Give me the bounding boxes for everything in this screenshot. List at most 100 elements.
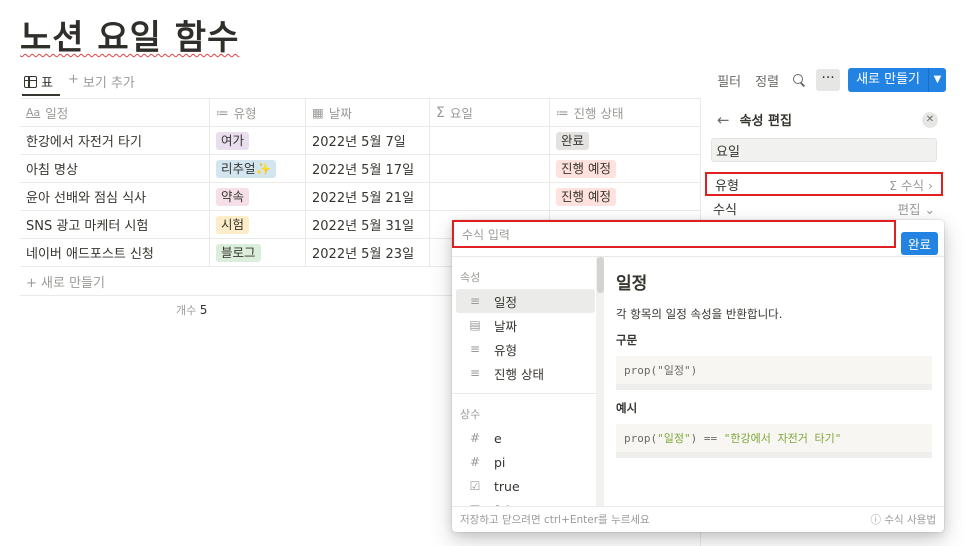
reference-item-label: 진행 상태 [494,366,544,382]
reference-item[interactable]: ▤ 날짜 [456,313,595,337]
cell-status[interactable]: 진행 예정 [550,155,700,182]
property-name-input[interactable] [711,138,937,162]
section-label: 상수 [460,408,481,421]
formula-popup-footer: 저장하고 닫으려면 ctrl+Enter를 누르세요 ⓘ 수식 사용법 [452,506,944,532]
reference-item[interactable]: ≡ 일정 [456,289,595,313]
column-header-status[interactable]: ≔ 진행 상태 [550,99,700,126]
add-view-button[interactable]: + 보기 추가 [68,72,135,91]
row-count: 개수 5 [176,302,207,318]
reference-item[interactable]: ≡ 유형 [456,337,595,361]
cell-name[interactable]: SNS 광고 마케터 시험 [20,211,210,238]
formula-help-link[interactable]: ⓘ 수식 사용법 [871,512,936,527]
reference-item[interactable]: # pi [456,450,595,474]
chevron-down-icon[interactable]: ▼ [928,68,946,92]
row-date: 2022년 5월 23일 [312,247,415,262]
formula-doc-panel: 일정 각 항목의 일정 속성을 반환합니다. 구문 prop("일정") 예시 … [604,257,944,507]
property-type-label: 유형 [715,178,739,194]
column-header-type[interactable]: ≔ 유형 [210,99,306,126]
status-tag: 완료 [556,131,590,150]
arrow-left-icon[interactable]: ← [717,111,730,129]
cell-name[interactable]: 한강에서 자전거 타기 [20,127,210,154]
code-fn: prop( [624,432,658,445]
database-toolbar: 표 + 보기 추가 필터 정렬 ··· 새로 만들기 ▼ [20,66,946,96]
table-row[interactable]: 윤아 선배와 점심 식사 약속 2022년 5월 21일 진행 예정 [20,183,700,211]
column-header-weekday[interactable]: Σ 요일 [430,99,550,126]
add-view-label: 보기 추가 [82,76,135,91]
row-date: 2022년 5월 17일 [312,163,415,178]
doc-syntax-heading: 구문 [616,333,638,347]
close-icon[interactable]: ✕ [922,112,938,128]
cell-date[interactable]: 2022년 5월 7일 [306,127,430,154]
formula-row[interactable]: 수식 편집 ⌄ [705,196,943,220]
count-value: 5 [199,303,208,317]
column-header-date[interactable]: ▦ 날짜 [306,99,430,126]
more-options-button[interactable]: ··· [816,69,841,91]
cell-type[interactable]: 리추얼✨ [210,155,306,182]
cell-weekday[interactable] [430,183,550,210]
type-tag: 여가 [216,131,250,150]
search-icon[interactable] [788,69,810,91]
code-fn: prop( [624,364,658,377]
reference-item[interactable]: # e [456,426,595,450]
scrollbar-track[interactable] [596,257,604,507]
type-tag: 리추얼✨ [216,159,277,178]
property-type-row[interactable]: 유형 Σ 수식 › [705,172,943,196]
reference-item[interactable]: ≡ 진행 상태 [456,361,595,385]
cell-date[interactable]: 2022년 5월 17일 [306,155,430,182]
cell-type[interactable]: 약속 [210,183,306,210]
row-title: 한강에서 자전거 타기 [26,135,142,150]
text-icon: ≡ [469,294,481,308]
status-tag: 진행 예정 [556,187,616,206]
view-tab-table[interactable]: 표 [24,72,53,91]
reference-item-label: pi [494,454,506,470]
scrollbar-thumb[interactable] [597,257,604,293]
filter-button[interactable]: 필터 [710,71,748,90]
reference-item[interactable]: ☑ true [456,474,595,498]
table-row[interactable]: 아침 명상 리추얼✨ 2022년 5월 17일 진행 예정 [20,155,700,183]
panel-title: 속성 편집 [739,114,792,129]
column-header-name[interactable]: Aa 일정 [20,99,210,126]
cell-status[interactable]: 진행 예정 [550,183,700,210]
cell-type[interactable]: 블로그 [210,239,306,266]
hash-icon: # [469,431,481,445]
reference-item-label: 유형 [494,342,518,358]
code-arg: "일정" [657,432,691,445]
type-tag: 블로그 [216,243,261,262]
list-icon: ≔ [556,105,569,120]
row-date: 2022년 5월 31일 [312,219,415,234]
panel-header: ← 속성 편집 [717,110,792,130]
cell-weekday[interactable] [430,155,550,182]
cell-name[interactable]: 윤아 선배와 점심 식사 [20,183,210,210]
row-date: 2022년 5월 21일 [312,191,415,206]
table-row[interactable]: 한강에서 자전거 타기 여가 2022년 5월 7일 완료 [20,127,700,155]
cell-name[interactable]: 아침 명상 [20,155,210,182]
new-button[interactable]: 새로 만들기 [848,68,928,92]
reference-item-label: true [494,478,520,494]
doc-description: 각 항목의 일정 속성을 반환합니다. [616,307,783,321]
section-label: 속성 [460,271,481,284]
formula-edit-link: 편집 [897,201,921,217]
cell-date[interactable]: 2022년 5월 31일 [306,211,430,238]
code-end: ) [690,364,698,377]
cell-date[interactable]: 2022년 5월 21일 [306,183,430,210]
column-header-label: 유형 [233,106,257,121]
cell-type[interactable]: 여가 [210,127,306,154]
cell-name[interactable]: 네이버 애드포스트 신청 [20,239,210,266]
cell-weekday[interactable] [430,127,550,154]
view-tab-label: 표 [41,76,53,91]
new-button-group: 새로 만들기 ▼ [848,68,946,92]
formula-input[interactable]: 수식 입력 [452,220,896,248]
count-label: 개수 [176,304,197,317]
formula-reference-list: 속성≡일정▤날짜≡유형≡진행 상태상수#e#pi☑true☑false [452,257,600,507]
cell-date[interactable]: 2022년 5월 23일 [306,239,430,266]
list-icon: ≔ [216,105,229,120]
row-title: 네이버 애드포스트 신청 [26,247,154,262]
sort-button[interactable]: 정렬 [748,71,786,90]
row-title: 윤아 선배와 점심 식사 [26,191,147,206]
cell-type[interactable]: 시험 [210,211,306,238]
cell-status[interactable]: 완료 [550,127,700,154]
done-button[interactable]: 완료 [900,232,938,255]
reference-item-label: 일정 [494,294,518,310]
type-tag: 시험 [216,215,250,234]
column-header-label: 요일 [449,106,473,121]
